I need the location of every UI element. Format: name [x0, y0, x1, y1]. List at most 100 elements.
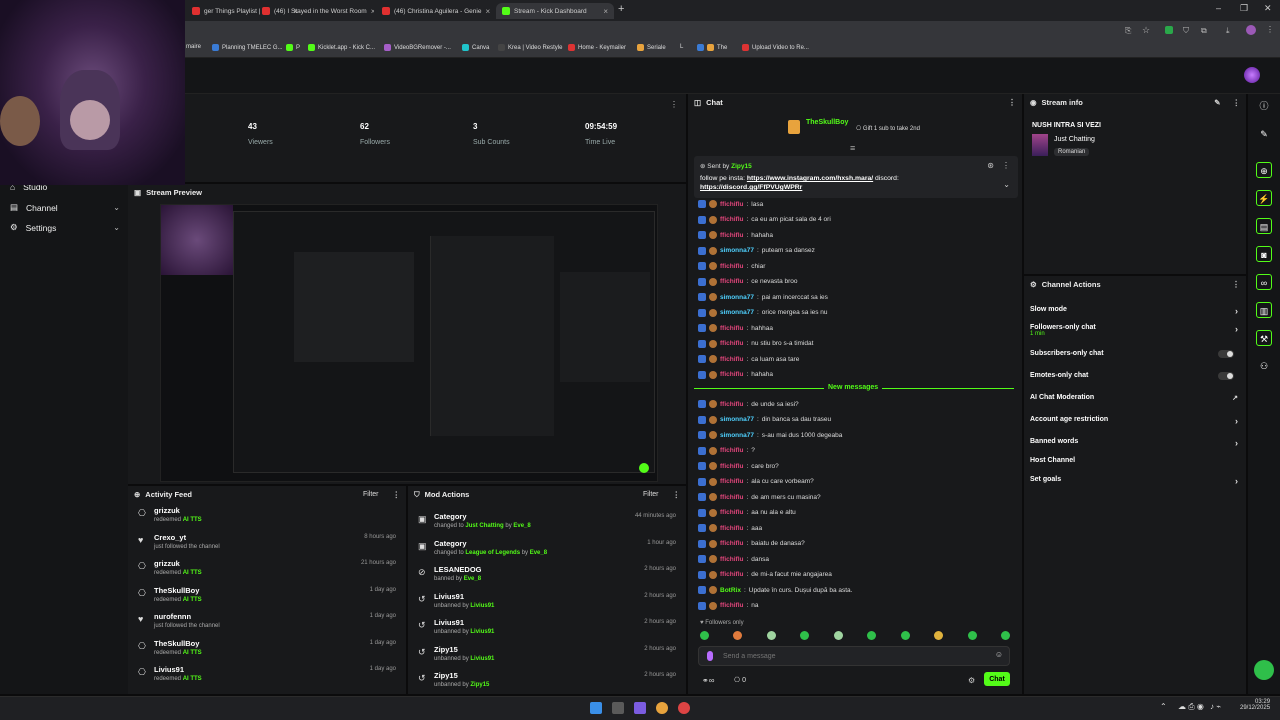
wrench-icon[interactable]: ⚒ — [1256, 330, 1272, 346]
link-icon[interactable]: ∞ — [1256, 274, 1272, 290]
chat-username[interactable]: ffichiflu — [720, 463, 743, 470]
chat-username[interactable]: ffichiflu — [720, 478, 743, 485]
emote-icon[interactable] — [833, 631, 843, 640]
shield-icon[interactable]: ⛉ — [1183, 26, 1189, 36]
moderation-icon[interactable]: ⚭∞ — [702, 676, 714, 685]
discord-link[interactable]: https://discord.gg/FfPVUgWPRr — [700, 184, 802, 191]
more-options-icon[interactable]: ⋮ — [1008, 98, 1016, 107]
chat-message[interactable]: ffichiflu: hahaha — [698, 370, 773, 379]
toggle-switch[interactable] — [1218, 350, 1234, 358]
browser-tab-active[interactable]: Stream - Kick Dashboard × — [496, 3, 614, 19]
chat-message[interactable]: ffichiflu: baiatu de danasa? — [698, 539, 805, 548]
bookmark[interactable]: Canva — [462, 44, 489, 51]
chat-username[interactable]: ffichiflu — [720, 525, 743, 532]
chat-message[interactable]: ffichiflu: de am mers cu masina? — [698, 493, 821, 501]
chat-username[interactable]: ffichiflu — [720, 356, 743, 363]
bookmark[interactable]: Kicklet.app - Kick C... — [308, 44, 375, 51]
download-icon[interactable]: ⤓ — [1226, 26, 1230, 36]
mod-action-row[interactable]: ↺ Zipy15 unbanned by Livius91 2 hours ago — [418, 643, 680, 669]
mod-action-row[interactable]: ▣ Category changed to Just Chatting by Eve… — [418, 510, 680, 536]
chat-username[interactable]: simonna77 — [720, 294, 754, 301]
chat-message[interactable]: ffichiflu: lasa — [698, 200, 763, 208]
new-tab-button[interactable]: + — [618, 3, 624, 15]
chat-username[interactable]: ffichiflu — [720, 325, 743, 332]
emote-icon[interactable] — [766, 631, 776, 640]
more-options-icon[interactable]: ⋮ — [673, 490, 681, 499]
chat-username[interactable]: ffichiflu — [720, 540, 743, 547]
mod-action-row[interactable]: ↺ Livius91 unbanned by Livius91 2 hours ago — [418, 590, 680, 616]
pinned-sender-name[interactable]: Zipy15 — [731, 163, 752, 170]
info-icon[interactable]: ⓘ — [1256, 98, 1272, 114]
unpin-icon[interactable]: ⊛ — [987, 161, 994, 170]
chat-widget-icon[interactable] — [1254, 660, 1274, 680]
channel-action-emotes-only-chat[interactable]: Emotes-only chat — [1030, 372, 1238, 380]
activity-username[interactable]: TheSkullBoy — [154, 586, 199, 595]
more-options-icon[interactable]: ⋮ — [393, 490, 401, 499]
chat-bubble-icon[interactable]: ◙ — [1256, 246, 1272, 262]
close-icon[interactable]: × — [371, 7, 374, 16]
activity-row[interactable]: ♥ nurofennn just followed the channel 1 day… — [138, 610, 400, 636]
activity-username[interactable]: Crexo_yt — [154, 533, 186, 542]
emote-icon[interactable] — [800, 631, 810, 640]
chat-message[interactable]: ffichiflu: nu stiu bro s-a timidat — [698, 339, 813, 348]
chat-message[interactable]: ffichiflu: ala cu care vorbeam? — [698, 477, 814, 486]
stream-category[interactable]: Just Chatting — [1054, 136, 1095, 143]
filter-button[interactable]: Filter — [643, 491, 659, 498]
activity-row[interactable]: ♥ Crexo_yt just followed the channel 8 hour… — [138, 531, 400, 557]
gift-text[interactable]: ⎔ Gift 1 sub to take 2nd — [856, 125, 920, 132]
activity-row[interactable]: ⎔ grizzuk redeemed AI TTS 21 hours ago — [138, 557, 400, 583]
instagram-link[interactable]: https://www.instagram.com/hxsh.mara/ — [747, 175, 873, 182]
channel-action-set-goals[interactable]: Set goals › — [1030, 476, 1238, 486]
start-icon[interactable] — [590, 702, 602, 714]
volume-icon[interactable]: ♪ ⌁ — [1210, 702, 1221, 711]
chat-username[interactable]: ffichiflu — [720, 263, 743, 270]
emote-icon[interactable] — [700, 631, 709, 640]
bookmark[interactable]: The — [697, 44, 727, 51]
chat-username[interactable]: ffichiflu — [720, 494, 743, 501]
browser-tab[interactable]: (46) Christina Aguilera - Genie × — [376, 3, 494, 19]
more-options-icon[interactable]: ⋮ — [1233, 98, 1241, 107]
chat-message[interactable]: ffichiflu: care bro? — [698, 462, 779, 470]
stream-preview-video[interactable] — [160, 204, 658, 482]
chat-message[interactable]: ffichiflu: dansa — [698, 555, 769, 563]
emote-icon[interactable] — [900, 631, 910, 640]
channel-action-followers-only-chat[interactable]: Followers-only chat 1 min › — [1030, 324, 1238, 337]
more-options-icon[interactable]: ⋮ — [670, 100, 678, 109]
bookmark[interactable]: P — [286, 44, 300, 51]
mod-action-row[interactable]: ↺ Livius91 unbanned by Livius91 2 hours ago — [418, 616, 680, 642]
chat-message[interactable]: ffichiflu: ca eu am picat sala de 4 ori — [698, 215, 831, 224]
chat-username[interactable]: ffichiflu — [720, 232, 743, 239]
taskview-icon[interactable] — [612, 702, 624, 714]
emote-icon[interactable] — [733, 631, 743, 640]
bookmark[interactable]: L — [680, 44, 683, 50]
chat-username[interactable]: simonna77 — [720, 247, 754, 254]
channel-action-slow-mode[interactable]: Slow mode › — [1030, 306, 1238, 316]
activity-username[interactable]: nurofennn — [154, 612, 191, 621]
browser-tab[interactable]: (46) I Stayed in the Worst Room × — [256, 3, 374, 19]
chat-username[interactable]: ffichiflu — [720, 201, 743, 208]
minimize-icon[interactable]: – — [1216, 3, 1221, 13]
activity-row[interactable]: ⎔ Livius91 redeemed AI TTS 1 day ago — [138, 663, 400, 689]
chat-message[interactable]: ffichiflu: ca luam asa tare — [698, 355, 799, 363]
activity-row[interactable]: ⎔ grizzuk redeemed AI TTS — [138, 504, 400, 530]
chat-username[interactable]: ffichiflu — [720, 602, 743, 609]
bookmark[interactable]: Planning TMELEC G... — [212, 44, 283, 51]
bookmark[interactable]: Home - Keymailer — [568, 44, 626, 51]
more-options-icon[interactable]: ⋮ — [1232, 280, 1240, 289]
gear-icon[interactable]: ⚙ — [968, 676, 975, 685]
activity-row[interactable]: ⎔ TheSkullBoy redeemed AI TTS 1 day ago — [138, 584, 400, 610]
chat-message[interactable]: simonna77: orice mergea sa ies nu — [698, 308, 828, 317]
chat-message[interactable]: ffichiflu: hahhaa — [698, 324, 773, 332]
chat-username[interactable]: ffichiflu — [720, 371, 743, 378]
chat-username[interactable]: simonna77 — [720, 416, 754, 423]
chat-username[interactable]: ffichiflu — [720, 401, 743, 408]
chat-username[interactable]: BotRix — [720, 587, 741, 594]
close-icon[interactable]: × — [603, 7, 608, 16]
chat-username[interactable]: ffichiflu — [720, 571, 743, 578]
chat-message[interactable]: simonna77: din banca sa dau traseu — [698, 415, 831, 424]
chat-username[interactable]: ffichiflu — [720, 340, 743, 347]
chat-message[interactable]: ffichiflu: ce nevasta broo — [698, 277, 798, 286]
bolt-icon[interactable]: ⚡ — [1256, 190, 1272, 206]
people-icon[interactable]: ⚇ — [1256, 358, 1272, 374]
chat-username[interactable]: ffichiflu — [720, 447, 743, 454]
